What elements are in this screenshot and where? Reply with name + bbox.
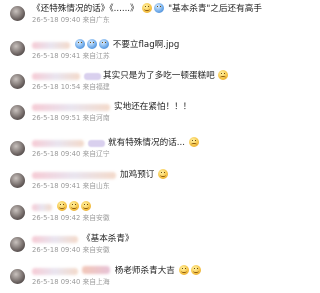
smile-emoji-icon (57, 201, 67, 211)
comment-text: 就有特殊情况的话... (108, 137, 200, 149)
comment-time: 26-5-18 09:51 (32, 114, 81, 122)
comment-text-part: 就有特殊情况的话... (108, 138, 185, 148)
comment-time: 26-5-18 09:40 (32, 16, 81, 24)
smile-emoji-icon (190, 265, 201, 275)
comment-time: 26-5-18 09:41 (32, 52, 81, 60)
avatar[interactable] (10, 237, 25, 252)
mention-link[interactable] (82, 266, 110, 274)
blue-emoji-icon (75, 39, 85, 49)
avatar[interactable] (10, 6, 25, 21)
username[interactable] (32, 140, 84, 147)
comment-text: 杨老师杀青大吉 (82, 265, 202, 277)
avatar[interactable] (10, 141, 25, 156)
username[interactable] (32, 172, 116, 179)
blue-emoji-icon (154, 3, 165, 13)
sad-emoji-icon (188, 137, 199, 147)
username[interactable] (32, 73, 80, 80)
comment-location: 来自安徽 (82, 246, 110, 254)
smile-emoji-icon (158, 169, 169, 179)
comment-location: 来自山东 (82, 182, 110, 190)
comment-time: 26-5-18 09:40 (32, 246, 81, 254)
comment-location: 来自河南 (82, 114, 110, 122)
comment-meta: 26-5-18 09:40 来自广东 (32, 16, 110, 25)
comment-text-part: "基本杀青"之后还有高手 (168, 4, 262, 14)
comment-time: 26-5-18 09:42 (32, 214, 81, 222)
smile-emoji-icon (178, 265, 189, 275)
avatar[interactable] (10, 205, 25, 220)
comment-meta: 26-5-18 09:41 来自江苏 (32, 52, 110, 61)
user-badge (84, 73, 101, 80)
comment-meta: 26-5-18 09:40 来自安徽 (32, 246, 110, 255)
comment-text-part: 不要立flag啊.jpg (112, 40, 180, 50)
comment-time: 26-5-18 09:41 (32, 182, 81, 190)
comment-meta: 26-5-18 09:40 来自上海 (32, 278, 110, 287)
comment-location: 来自安徽 (82, 214, 110, 222)
comment-text: 《基本杀青》 (82, 233, 134, 245)
comment-text-part: 其实只是为了多吃一顿蛋糕吧 (103, 71, 215, 81)
comment-location: 来自上海 (82, 278, 110, 286)
comment-time: 26-5-18 10:54 (32, 83, 81, 91)
comment-text: 其实只是为了多吃一顿蛋糕吧 (103, 70, 229, 82)
avatar[interactable] (10, 41, 25, 56)
comment-text: 不要立flag啊.jpg (74, 39, 179, 51)
username[interactable] (32, 268, 78, 275)
comment-meta: 26-5-18 09:42 来自安徽 (32, 214, 110, 223)
sad-emoji-icon (218, 70, 229, 80)
smile-emoji-icon (81, 201, 91, 211)
avatar[interactable] (10, 173, 25, 188)
avatar[interactable] (10, 74, 25, 89)
user-badge (88, 140, 105, 147)
blue-emoji-icon (99, 39, 109, 49)
comment-text: 实地还在紧怕！！！ (114, 101, 191, 113)
username[interactable] (32, 104, 110, 111)
comment-meta: 26-5-18 10:54 来自福建 (32, 83, 110, 92)
username[interactable] (32, 236, 78, 243)
username[interactable] (32, 42, 70, 49)
comment-meta: 26-5-18 09:41 来自山东 (32, 182, 110, 191)
comment-text (56, 201, 92, 213)
comment-meta: 26-5-18 09:51 来自河南 (32, 114, 110, 123)
comment-text-part: 加鸡预订 (120, 170, 155, 180)
smile-emoji-icon (142, 3, 153, 13)
username[interactable] (32, 204, 52, 211)
comment-time: 26-5-18 09:40 (32, 150, 81, 158)
smile-emoji-icon (69, 201, 79, 211)
comment-location: 来自广东 (82, 16, 110, 24)
comment-text: 《还特殊情况的话》《......》 "基本杀青"之后还有高手 (32, 3, 262, 15)
avatar[interactable] (10, 105, 25, 120)
blue-emoji-icon (87, 39, 97, 49)
comment-location: 来自福建 (82, 83, 110, 91)
comment-text-part: 实地还在紧怕！！！ (114, 102, 192, 112)
comment-text-part: 《还特殊情况的话》《......》 (32, 4, 139, 14)
comment-text-part: 《基本杀青》 (82, 234, 134, 244)
comment-text-part: 杨老师杀青大吉 (114, 266, 175, 276)
comment-location: 来自江苏 (82, 52, 110, 60)
comment-text: 加鸡预订 (120, 169, 169, 181)
comment-meta: 26-5-18 09:40 来自辽宁 (32, 150, 110, 159)
comment-time: 26-5-18 09:40 (32, 278, 81, 286)
avatar[interactable] (10, 269, 25, 284)
comment-location: 来自辽宁 (82, 150, 110, 158)
